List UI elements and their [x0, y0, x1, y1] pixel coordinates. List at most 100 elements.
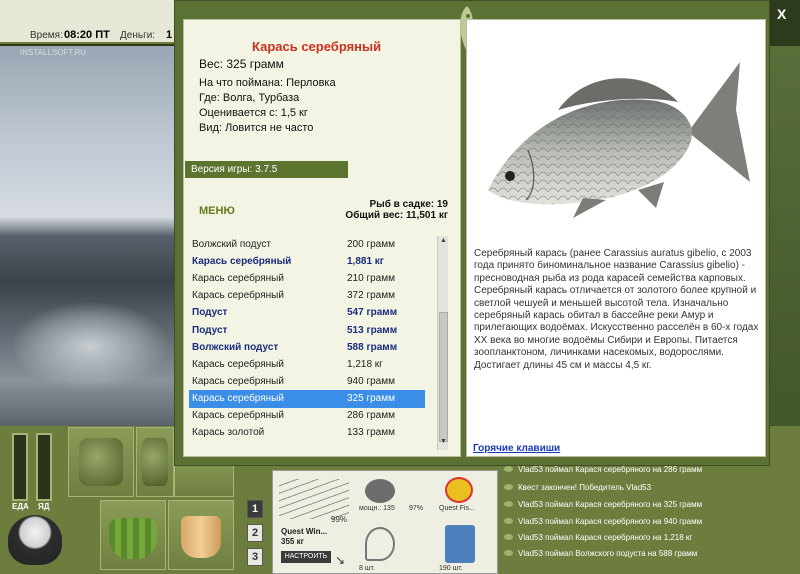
catch-list-item[interactable]: Карась серебряный 1,881 кг — [189, 253, 425, 271]
tab-1[interactable]: 1 — [247, 500, 263, 518]
catch-fish-name: Карась серебряный — [192, 375, 284, 387]
fish-description: Серебряный карась (ранее Carassius aurat… — [474, 248, 759, 371]
hook-count: 8 шт. — [359, 565, 375, 572]
catch-fish-name: Карась серебряный — [192, 410, 284, 421]
scroll-down-icon[interactable]: ▼ — [439, 438, 448, 448]
rod-percent: 99% — [331, 515, 348, 524]
catch-fish-weight: 513 грамм — [347, 324, 398, 336]
close-button[interactable]: X — [777, 6, 786, 22]
line-spool-icon[interactable] — [445, 477, 473, 503]
sack-icon — [142, 438, 168, 486]
reel-percent: 97% — [409, 505, 424, 512]
chat-line: Vlad53 поймал Волжского подуста на 588 г… — [503, 549, 698, 558]
water-foam — [10, 301, 170, 391]
food-gauge — [12, 433, 28, 501]
catch-fish-name: Карась серебряный — [192, 392, 284, 404]
slot-tackle-box[interactable] — [68, 427, 134, 497]
catch-fish-weight: 588 грамм — [347, 341, 398, 353]
scroll-up-icon[interactable]: ▲ — [439, 237, 448, 247]
fish-place: Где: Волга, Турбаза — [199, 92, 300, 104]
rod-icon[interactable] — [279, 479, 349, 519]
catch-list-item[interactable]: Карась серебряный 940 грамм — [189, 373, 425, 391]
game-version: Версия игры: 3.7.5 — [185, 161, 348, 178]
keepnet-total: Общий вес: 11,501 кг — [345, 210, 448, 221]
catch-fish-name: Подуст — [192, 324, 228, 336]
fish-estimate: Оценивается с: 1,5 кг — [199, 107, 308, 119]
food-label: ЕДА — [12, 502, 29, 511]
fish-bait: На что поймана: Перловка — [199, 77, 336, 89]
status-bar: Время: 08:20 ПТ Деньги: 1 — [0, 0, 180, 44]
fish-title: Карась серебряный — [252, 39, 382, 54]
catch-list-item[interactable]: Карась серебряный 325 грамм — [189, 389, 425, 408]
tab-3[interactable]: 3 — [247, 548, 263, 566]
catch-list-item[interactable]: Карась золотой 133 грамм — [189, 424, 425, 442]
catch-fish-weight: 547 грамм — [347, 307, 398, 319]
catch-fish-weight: 1,881 кг — [347, 256, 384, 268]
catch-fish-name: Подуст — [192, 307, 228, 319]
money-value: 1 — [166, 29, 173, 41]
chat-line: Vlad53 поймал Карася серебряного на 940 … — [503, 517, 703, 526]
chat-line: Vlad53 поймал Карася серебряного на 1,21… — [503, 533, 693, 542]
catch-list-item[interactable]: Карась серебряный 210 грамм — [189, 270, 425, 288]
catch-list-item[interactable]: Волжский подуст 588 грамм — [189, 339, 425, 357]
menu-button[interactable]: МЕНЮ — [199, 205, 235, 217]
catch-fish-weight: 200 грамм — [347, 239, 395, 250]
catch-fish-weight: 1,218 кг — [347, 358, 383, 370]
catch-list-item[interactable]: Волжский подуст 200 грамм — [189, 236, 425, 254]
slot-sack[interactable] — [136, 427, 174, 497]
catch-fish-weight: 210 грамм — [347, 273, 395, 285]
arrow-icon: ↘ — [335, 553, 346, 567]
lake-view — [0, 46, 180, 426]
rod-panel: 99% Quest Win... 355 кг НАСТРОИТЬ мощн.:… — [272, 470, 498, 574]
catch-list-item[interactable]: Карась серебряный 286 грамм — [189, 407, 425, 425]
catch-fish-weight: 286 грамм — [347, 410, 395, 421]
catch-fish-name: Волжский подуст — [192, 239, 271, 250]
chat-line: Квест закончен! Победитель Vlad53 — [503, 483, 652, 492]
chat-line: Vlad53 поймал Карася серебряного на 325 … — [503, 500, 703, 509]
catch-list-item[interactable]: Карась серебряный 1,218 кг — [189, 356, 425, 374]
fish-kind: Вид: Ловится не часто — [199, 122, 314, 134]
catch-list[interactable]: Волжский подуст 200 грамм Карась серебряны… — [189, 236, 437, 450]
scroll-thumb[interactable] — [439, 312, 448, 442]
money-label: Деньги: — [120, 30, 156, 41]
tab-2[interactable]: 2 — [247, 524, 263, 542]
slot-bucket[interactable] — [168, 500, 234, 570]
catch-fish-name: Волжский подуст — [192, 341, 279, 353]
catch-list-item[interactable]: Карась серебряный 372 грамм — [189, 287, 425, 305]
time-label: Время: — [30, 30, 63, 41]
bait-count: 190 шт. — [439, 565, 463, 572]
catch-list-scrollbar[interactable]: ▲ ▼ — [437, 236, 448, 450]
reel-label: мощн.: 135 — [359, 505, 395, 512]
keepnet-count: Рыб в садке: 19 — [369, 199, 448, 210]
catch-list-item[interactable]: Подуст 513 грамм — [189, 322, 425, 340]
bait-box-icon[interactable] — [445, 525, 475, 563]
catch-fish-name: Карась золотой — [192, 427, 265, 439]
slot-basket[interactable] — [100, 500, 166, 570]
catch-fish-weight: 940 грамм — [347, 375, 395, 387]
catch-fish-name: Карась серебряный — [192, 358, 284, 370]
hook-icon[interactable] — [365, 527, 395, 561]
fish-weight: Вес: 325 грамм — [199, 57, 284, 71]
poison-gauge — [36, 433, 52, 501]
bucket-icon — [180, 515, 222, 559]
setup-button[interactable]: НАСТРОИТЬ — [281, 551, 331, 563]
catch-fish-name: Карась серебряный — [192, 290, 284, 302]
rod-name: Quest Win... — [281, 527, 328, 536]
cooking-pot-icon[interactable] — [8, 515, 62, 565]
time-value: 08:20 ПТ — [64, 29, 110, 41]
chat-line: Vlad53 поймал Карася серебряного на 286 … — [503, 465, 703, 474]
crucian-carp-image — [488, 62, 750, 218]
rod-weight: 355 кг — [281, 537, 304, 546]
basket-icon — [108, 518, 158, 559]
tackle-box-icon — [78, 438, 124, 486]
catch-fish-name: Карась серебряный — [192, 256, 292, 268]
reel-icon[interactable] — [365, 479, 395, 503]
side-panel — [770, 46, 800, 426]
catch-fish-weight: 133 грамм — [347, 427, 395, 439]
site-logo: INSTALLSOFT.RU — [20, 48, 87, 57]
poison-label: ЯД — [38, 502, 50, 511]
line-label: Quest Fis... — [439, 505, 475, 512]
hotkeys-link[interactable]: Горячие клавиши — [473, 443, 560, 454]
catch-fish-weight: 325 грамм — [347, 392, 395, 404]
catch-list-item[interactable]: Подуст 547 грамм — [189, 304, 425, 322]
